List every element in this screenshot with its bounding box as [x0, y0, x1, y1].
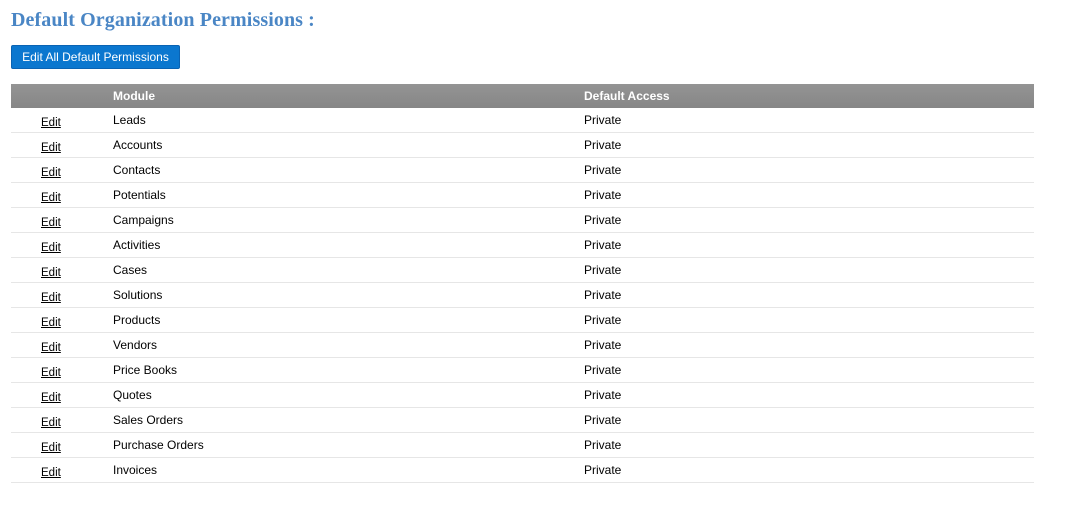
action-cell: Edit — [41, 108, 61, 133]
module-cell: Products — [113, 313, 161, 327]
header-module: Module — [113, 89, 155, 103]
edit-link[interactable]: Edit — [41, 342, 61, 354]
header-default-access: Default Access — [584, 89, 670, 103]
table-row: Edit Potentials Private — [11, 183, 1034, 208]
table-row: Edit Contacts Private — [11, 158, 1034, 183]
default-access-cell: Private — [584, 238, 622, 252]
module-cell: Potentials — [113, 188, 166, 202]
module-cell: Purchase Orders — [113, 438, 204, 452]
module-cell: Sales Orders — [113, 413, 184, 427]
edit-link[interactable]: Edit — [41, 467, 61, 479]
table-row: Edit Cases Private — [11, 258, 1034, 283]
edit-link[interactable]: Edit — [41, 142, 61, 154]
edit-link[interactable]: Edit — [41, 192, 61, 204]
module-cell: Activities — [113, 238, 161, 252]
edit-link[interactable]: Edit — [41, 442, 61, 454]
action-cell: Edit — [41, 383, 61, 408]
default-access-cell: Private — [584, 138, 622, 152]
default-access-cell: Private — [584, 163, 622, 177]
module-cell: Accounts — [113, 138, 163, 152]
permissions-table: Module Default Access Edit Leads Private Ed… — [11, 84, 1034, 483]
action-cell: Edit — [41, 308, 61, 333]
default-access-cell: Private — [584, 213, 622, 227]
table-header: Module Default Access — [11, 84, 1034, 108]
table-row: Edit Accounts Private — [11, 133, 1034, 158]
table-row: Edit Purchase Orders Private — [11, 433, 1034, 458]
module-cell: Contacts — [113, 163, 161, 177]
table-row: Edit Quotes Private — [11, 383, 1034, 408]
default-access-cell: Private — [584, 338, 622, 352]
table-body: Edit Leads Private Edit Accounts Private Edit C… — [11, 108, 1034, 483]
edit-link[interactable]: Edit — [41, 367, 61, 379]
action-cell: Edit — [41, 408, 61, 433]
table-row: Edit Vendors Private — [11, 333, 1034, 358]
default-access-cell: Private — [584, 288, 622, 302]
table-row: Edit Campaigns Private — [11, 208, 1034, 233]
module-cell: Invoices — [113, 463, 158, 477]
edit-link[interactable]: Edit — [41, 317, 61, 329]
module-cell: Quotes — [113, 388, 152, 402]
table-row: Edit Activities Private — [11, 233, 1034, 258]
default-access-cell: Private — [584, 463, 622, 477]
action-cell: Edit — [41, 433, 61, 458]
default-access-cell: Private — [584, 388, 622, 402]
module-cell: Campaigns — [113, 213, 174, 227]
action-cell: Edit — [41, 133, 61, 158]
action-cell: Edit — [41, 233, 61, 258]
table-row: Edit Sales Orders Private — [11, 408, 1034, 433]
table-row: Edit Invoices Private — [11, 458, 1034, 483]
table-row: Edit Solutions Private — [11, 283, 1034, 308]
module-cell: Price Books — [113, 363, 178, 377]
action-cell: Edit — [41, 258, 61, 283]
table-row: Edit Products Private — [11, 308, 1034, 333]
module-cell: Cases — [113, 263, 148, 277]
default-access-cell: Private — [584, 113, 622, 127]
edit-link[interactable]: Edit — [41, 217, 61, 229]
edit-link[interactable]: Edit — [41, 242, 61, 254]
edit-link[interactable]: Edit — [41, 392, 61, 404]
edit-link[interactable]: Edit — [41, 117, 61, 129]
action-cell: Edit — [41, 458, 61, 483]
edit-link[interactable]: Edit — [41, 267, 61, 279]
module-cell: Solutions — [113, 288, 163, 302]
page-title: Default Organization Permissions : — [11, 9, 315, 31]
edit-link[interactable]: Edit — [41, 167, 61, 179]
default-access-cell: Private — [584, 188, 622, 202]
table-row: Edit Price Books Private — [11, 358, 1034, 383]
default-access-cell: Private — [584, 313, 622, 327]
default-access-cell: Private — [584, 413, 622, 427]
action-cell: Edit — [41, 183, 61, 208]
action-cell: Edit — [41, 283, 61, 308]
action-cell: Edit — [41, 208, 61, 233]
edit-link[interactable]: Edit — [41, 417, 61, 429]
default-access-cell: Private — [584, 438, 622, 452]
default-access-cell: Private — [584, 363, 622, 377]
table-row: Edit Leads Private — [11, 108, 1034, 133]
module-cell: Leads — [113, 113, 146, 127]
action-cell: Edit — [41, 358, 61, 383]
edit-all-default-permissions-button[interactable]: Edit All Default Permissions — [11, 45, 180, 69]
module-cell: Vendors — [113, 338, 158, 352]
action-cell: Edit — [41, 158, 61, 183]
default-access-cell: Private — [584, 263, 622, 277]
action-cell: Edit — [41, 333, 61, 358]
edit-link[interactable]: Edit — [41, 292, 61, 304]
